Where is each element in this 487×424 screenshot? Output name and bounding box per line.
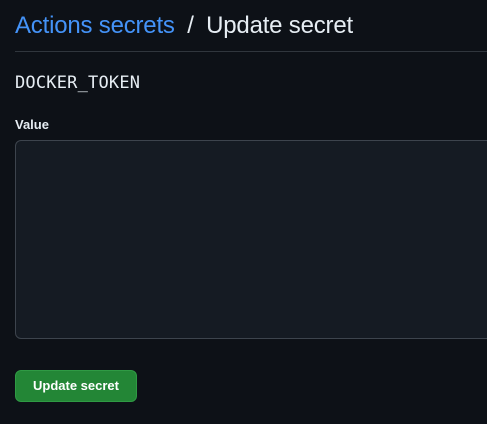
value-label: Value <box>15 117 49 132</box>
breadcrumb: Actions secrets / Update secret <box>15 11 353 41</box>
page-title: Update secret <box>206 12 353 39</box>
update-secret-button[interactable]: Update secret <box>15 370 137 402</box>
secret-value-textarea[interactable] <box>15 140 487 339</box>
secret-name: DOCKER_TOKEN <box>15 73 141 93</box>
breadcrumb-separator: / <box>187 12 194 39</box>
breadcrumb-link-actions-secrets[interactable]: Actions secrets <box>15 12 175 39</box>
update-secret-page: Actions secrets / Update secret DOCKER_T… <box>0 0 487 424</box>
header-divider <box>15 51 487 52</box>
